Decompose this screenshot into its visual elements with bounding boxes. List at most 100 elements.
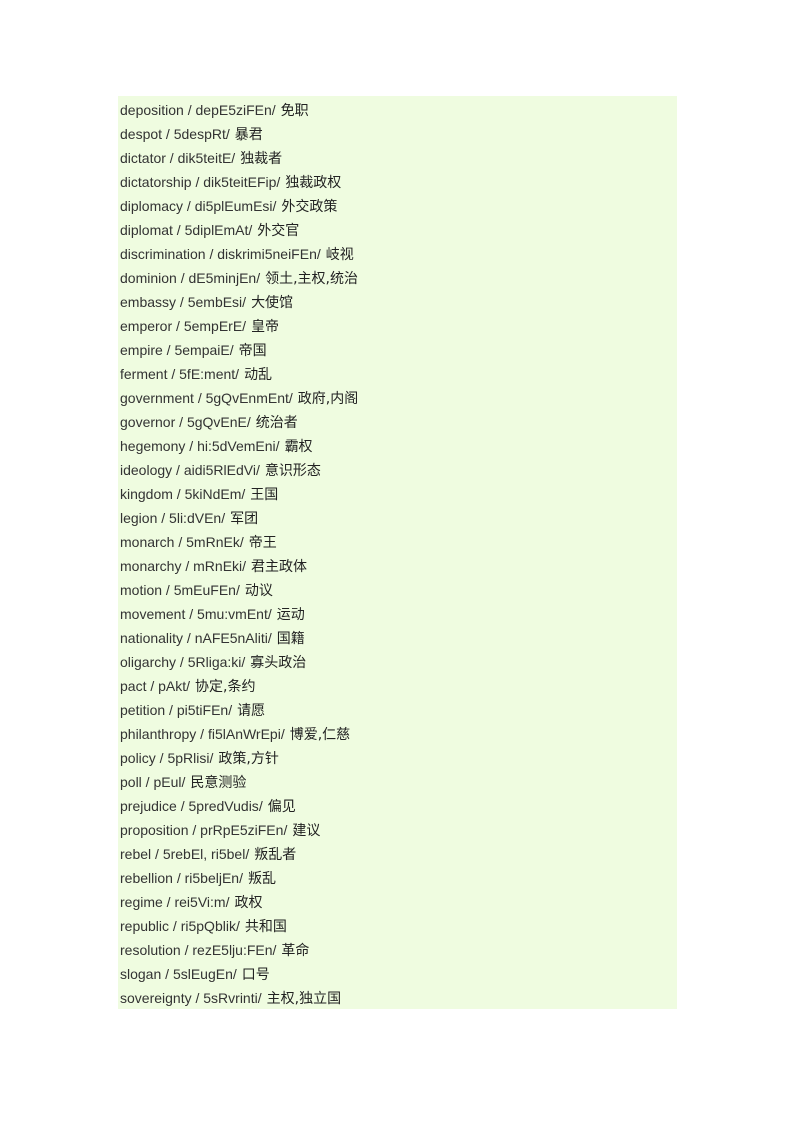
entry-phonetic-end: / — [248, 222, 253, 238]
entry-separator: / — [176, 270, 189, 286]
entry-meaning: 军团 — [230, 511, 259, 527]
entry-word: government — [120, 390, 194, 406]
entry-word: monarchy — [120, 558, 182, 574]
entry-separator: / — [191, 990, 204, 1006]
entry-phonetic: 5despRt — [173, 126, 226, 142]
entry-separator: / — [188, 822, 201, 838]
entry-phonetic-end: / — [181, 774, 186, 790]
entry-word: poll — [120, 774, 142, 790]
entry-word: prejudice — [120, 798, 177, 814]
entry-word: ferment — [120, 366, 168, 382]
entry-meaning: 暴君 — [234, 127, 263, 143]
entry-separator: / — [172, 870, 185, 886]
vocab-entry: pact / pAkt/协定,条约 — [118, 674, 677, 698]
entry-meaning: 协定,条约 — [195, 679, 256, 695]
entry-meaning: 帝王 — [248, 535, 277, 551]
vocab-entry: diplomacy / di5plEumEsi/外交政策 — [118, 194, 677, 218]
entry-meaning: 叛乱者 — [254, 847, 297, 863]
entry-meaning: 民意测验 — [190, 775, 247, 791]
entry-separator: / — [196, 726, 208, 742]
entry-phonetic-end: / — [280, 726, 285, 742]
entry-phonetic-end: / — [267, 630, 272, 646]
entry-phonetic: prRpE5ziFEn — [200, 822, 284, 838]
entry-phonetic-end: / — [271, 102, 276, 118]
entry-phonetic: 5embEsi — [187, 294, 243, 310]
entry-phonetic-end: / — [228, 702, 233, 718]
entry-meaning: 政策,方针 — [218, 751, 279, 767]
entry-meaning: 独裁政权 — [285, 175, 342, 191]
entry-phonetic: 5gQvEnE — [186, 414, 247, 430]
entry-phonetic: hi:5dVemEni — [197, 438, 276, 454]
entry-phonetic: 5slEugEn — [172, 966, 233, 982]
vocab-entry: embassy / 5embEsi/大使馆 — [118, 290, 677, 314]
entry-phonetic-end: / — [256, 270, 261, 286]
vocab-entry: dictator / dik5teitE/独裁者 — [118, 146, 677, 170]
entry-separator: / — [205, 246, 218, 262]
entry-meaning: 请愿 — [237, 703, 266, 719]
vocab-entry: regime / rei5Vi:m/政权 — [118, 890, 677, 914]
entry-separator: / — [181, 558, 194, 574]
vocab-entry: rebel / 5rebEl, ri5bel/叛乱者 — [118, 842, 677, 866]
entry-phonetic: 5mu:vmEnt — [197, 606, 268, 622]
entry-separator: / — [172, 486, 185, 502]
vocab-entry: despot / 5despRt/暴君 — [118, 122, 677, 146]
entry-meaning: 叛乱 — [247, 871, 276, 887]
vocab-entry: monarchy / mRnEki/君主政体 — [118, 554, 677, 578]
entry-word: diplomacy — [120, 198, 184, 214]
entry-separator: / — [165, 702, 177, 718]
entry-word: rebel — [120, 846, 152, 862]
entry-phonetic-end: / — [283, 822, 288, 838]
entry-phonetic: ri5beljEn — [184, 870, 240, 886]
entry-phonetic-end: / — [235, 582, 240, 598]
entry-word: monarch — [120, 534, 175, 550]
entry-meaning: 博爱,仁慈 — [289, 727, 351, 743]
entry-separator: / — [175, 414, 187, 430]
entry-word: pact — [120, 678, 147, 694]
vocab-entry: empire / 5empaiE/帝国 — [118, 338, 677, 362]
entry-phonetic-end: / — [186, 678, 191, 694]
entry-phonetic-end: / — [255, 462, 260, 478]
entry-separator: / — [167, 366, 180, 382]
entry-phonetic-end: / — [316, 246, 321, 262]
entry-word: hegemony — [120, 438, 186, 454]
vocabulary-list: deposition / depE5ziFEn/免职 despot / 5desp… — [118, 96, 677, 1009]
entry-phonetic: ri5pQblik — [180, 918, 236, 934]
entry-word: oligarchy — [120, 654, 177, 670]
entry-separator: / — [176, 798, 189, 814]
vocab-entry: resolution / rezE5lju:FEn/革命 — [118, 938, 677, 962]
entry-word: rebellion — [120, 870, 173, 886]
entry-phonetic-end: / — [272, 198, 277, 214]
vocab-entry: discrimination / diskrimi5neiFEn/岐视 — [118, 242, 677, 266]
entry-separator: / — [155, 750, 168, 766]
entry-phonetic-end: / — [272, 942, 277, 958]
entry-phonetic: dE5minjEn — [188, 270, 257, 286]
entry-phonetic-end: / — [257, 990, 262, 1006]
entry-phonetic: 5empErE — [183, 318, 243, 334]
entry-meaning: 国籍 — [276, 631, 305, 647]
entry-word: philanthropy — [120, 726, 197, 742]
entry-meaning: 统治者 — [255, 415, 298, 431]
entry-word: kingdom — [120, 486, 173, 502]
entry-separator: / — [161, 966, 173, 982]
vocab-entry: nationality / nAFE5nAliti/国籍 — [118, 626, 677, 650]
entry-phonetic: 5pRlisi — [167, 750, 210, 766]
vocab-entry: deposition / depE5ziFEn/免职 — [118, 98, 677, 122]
entry-meaning: 帝国 — [238, 343, 267, 359]
entry-meaning: 寡头政治 — [250, 655, 307, 671]
vocab-entry: oligarchy / 5Rliga:ki/寡头政治 — [118, 650, 677, 674]
entry-phonetic-end: / — [241, 486, 246, 502]
entry-separator: / — [169, 918, 181, 934]
entry-separator: / — [183, 630, 195, 646]
entry-phonetic: 5mRnEk — [186, 534, 240, 550]
vocab-entry: motion / 5mEuFEn/动议 — [118, 578, 677, 602]
entry-separator: / — [151, 846, 163, 862]
entry-separator: / — [172, 462, 184, 478]
entry-phonetic: 5kiNdEm — [184, 486, 242, 502]
entry-phonetic: diskrimi5neiFEn — [217, 246, 317, 262]
entry-meaning: 大使馆 — [251, 295, 294, 311]
vocab-entry: legion / 5li:dVEn/军团 — [118, 506, 677, 530]
entry-word: deposition — [120, 102, 184, 118]
entry-meaning: 外交官 — [257, 223, 300, 239]
entry-separator: / — [165, 150, 178, 166]
entry-meaning: 君主政体 — [251, 559, 308, 575]
